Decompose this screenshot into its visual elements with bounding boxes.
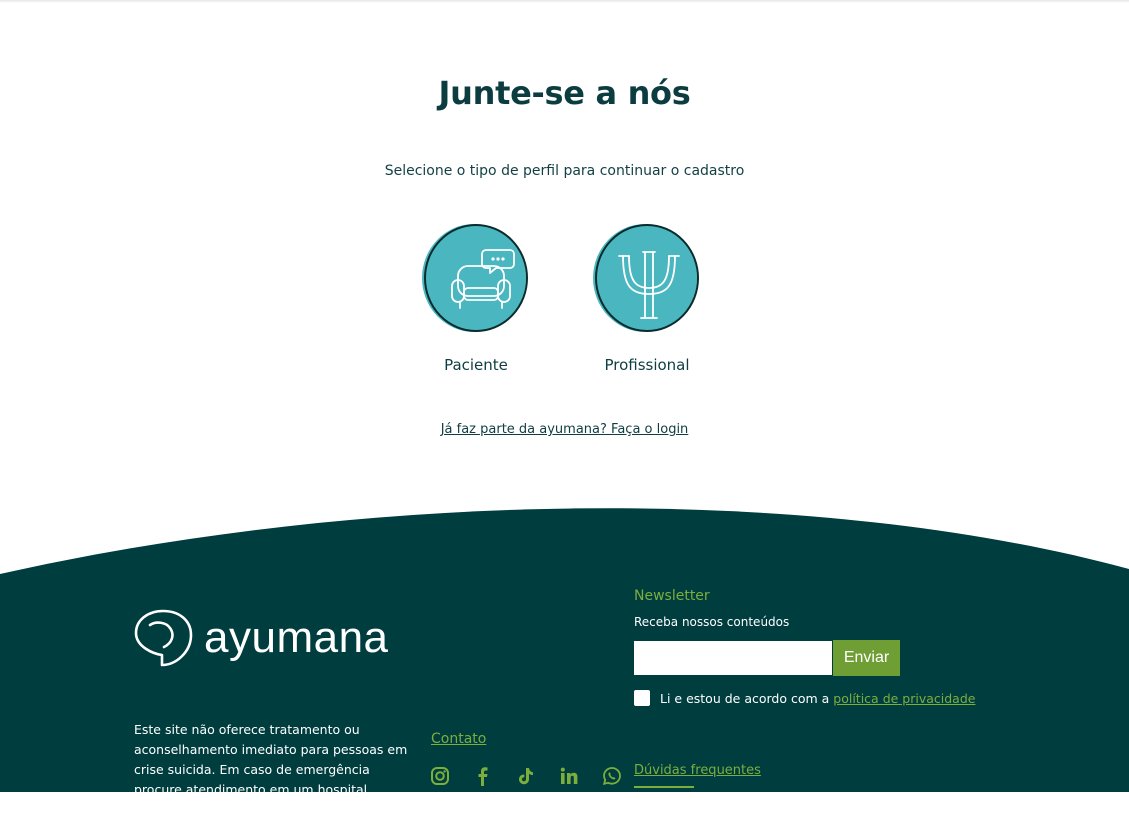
privacy-policy-link[interactable]: política de privacidade: [833, 691, 975, 706]
social-links: [430, 766, 645, 790]
footer-logo[interactable]: ayumana: [132, 607, 389, 669]
login-link-container: Já faz parte da ayumana? Faça o login: [0, 422, 1129, 437]
profile-label-profissional: Profissional: [604, 356, 690, 374]
faq-link[interactable]: Dúvidas frequentes: [634, 763, 761, 778]
header-shadow: [0, 0, 1129, 3]
psi-icon: [593, 224, 699, 332]
newsletter-email-input[interactable]: [634, 641, 832, 675]
consent-prefix: Li e estou de acordo com a: [660, 690, 834, 706]
facebook-icon[interactable]: [473, 766, 516, 790]
profile-option-paciente[interactable]: Paciente: [411, 222, 541, 374]
contact-link[interactable]: Contato: [431, 731, 486, 747]
page-title: Junte-se a nós: [438, 74, 691, 112]
newsletter-subtitle: Receba nossos conteúdos: [634, 615, 790, 629]
sofa-chat-icon: [422, 224, 528, 332]
login-link[interactable]: Já faz parte da ayumana? Faça o login: [441, 422, 689, 437]
profile-label-paciente: Paciente: [444, 356, 508, 374]
privacy-consent-checkbox[interactable]: [634, 690, 650, 706]
footer-disclaimer: Este site não oferece tratamento ou acon…: [134, 722, 408, 817]
newsletter-title: Newsletter: [634, 588, 710, 604]
privacy-consent: Li e estou de acordo com a política de p…: [634, 690, 975, 706]
footer-link-cut-off: [634, 786, 694, 788]
tiktok-icon[interactable]: [516, 766, 559, 790]
page-subtitle: Selecione o tipo de perfil para continua…: [384, 163, 745, 179]
profile-option-profissional[interactable]: Profissional: [582, 222, 712, 374]
brand-wordmark: ayumana: [204, 613, 389, 662]
instagram-icon[interactable]: [430, 766, 473, 790]
newsletter-submit-button[interactable]: Enviar: [833, 640, 900, 676]
linkedin-icon[interactable]: [559, 766, 602, 790]
privacy-consent-label: Li e estou de acordo com a política de p…: [660, 691, 975, 706]
ayumana-logo-icon: [134, 609, 193, 667]
